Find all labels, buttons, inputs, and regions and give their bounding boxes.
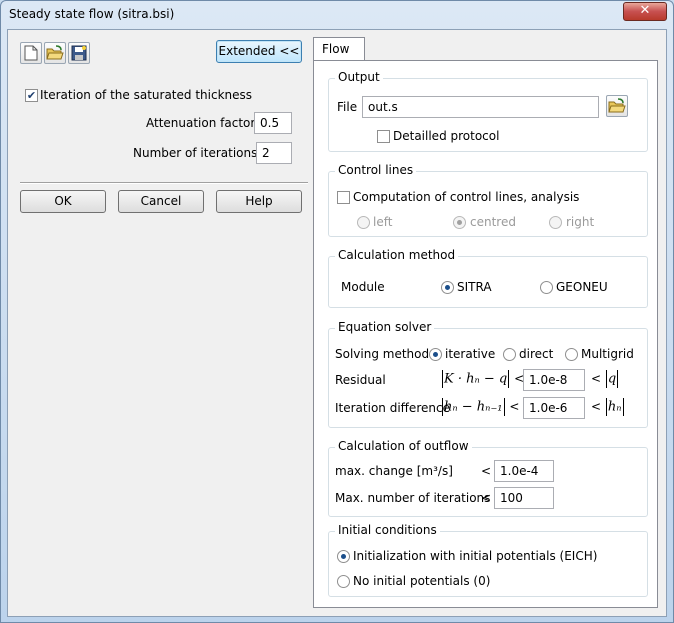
- separator-line: [20, 182, 308, 184]
- residual-rhs: q: [607, 371, 617, 387]
- iteration-saturated-label: Iteration of the saturated thickness: [40, 88, 253, 102]
- radio-module-sitra[interactable]: [441, 281, 454, 294]
- tab-flow[interactable]: Flow: [313, 37, 365, 61]
- output-file-input[interactable]: out.s: [362, 96, 599, 118]
- module-label: Module: [341, 280, 385, 294]
- radio-solver-direct-label: direct: [519, 347, 554, 361]
- max-change-label: max. change [m³/s]: [335, 464, 453, 478]
- iteration-difference-input[interactable]: 1.0e-6: [523, 397, 585, 419]
- control-lines-group-title: Control lines: [335, 163, 417, 177]
- residual-rhs-less-than: <: [591, 371, 602, 386]
- max-iterations-label: Max. number of iterations: [335, 491, 491, 505]
- radio-control-left[interactable]: [357, 216, 370, 229]
- radio-control-centred-label: centred: [470, 215, 516, 229]
- file-label: File: [337, 100, 358, 114]
- attenuation-factor-input[interactable]: 0.5: [254, 112, 292, 134]
- detailed-protocol-label: Detailled protocol: [393, 129, 500, 143]
- radio-solver-iterative[interactable]: [429, 348, 442, 361]
- initial-conditions-group-title: Initial conditions: [335, 523, 440, 537]
- ok-button[interactable]: OK: [20, 190, 106, 213]
- iteration-difference-rhs: hₙ: [607, 399, 622, 415]
- calculation-method-group: Calculation method Module SITRA GEONEU: [328, 248, 648, 308]
- iteration-difference-rhs-formula: < hₙ: [591, 398, 625, 416]
- output-group: Output File out.s Detailled protocol: [328, 70, 648, 152]
- radio-control-right[interactable]: [549, 216, 562, 229]
- save-disk-icon: [71, 45, 87, 61]
- flow-tab-page: Output File out.s Detailled protocol Con…: [313, 60, 658, 608]
- help-button[interactable]: Help: [216, 190, 302, 213]
- iteration-difference-formula: hₙ − hₙ₋₁ <: [441, 398, 519, 416]
- control-lines-group: Control lines Computation of control lin…: [328, 163, 648, 237]
- window-title: Steady state flow (sitra.bsi): [9, 7, 175, 21]
- max-change-input[interactable]: 1.0e-4: [494, 460, 554, 482]
- close-button[interactable]: ✕: [623, 2, 667, 21]
- radio-initial-eich-label: Initialization with initial potentials (…: [353, 549, 598, 563]
- radio-control-centred[interactable]: [453, 216, 466, 229]
- open-folder-icon: [46, 45, 64, 60]
- radio-initial-eich[interactable]: [337, 550, 350, 563]
- residual-formula: K · hₙ − q <: [441, 370, 524, 388]
- attenuation-factor-label: Attenuation factor: [146, 116, 256, 130]
- outflow-group-title: Calculation of outflow: [335, 439, 472, 453]
- equation-solver-group: Equation solver Solving method iterative…: [328, 320, 648, 428]
- max-change-less-than: <: [481, 464, 492, 478]
- residual-lhs: K · hₙ − q: [444, 371, 508, 387]
- radio-control-left-label: left: [373, 215, 393, 229]
- initial-conditions-group: Initial conditions Initialization with i…: [328, 523, 648, 597]
- radio-control-right-label: right: [566, 215, 595, 229]
- solving-method-label: Solving method: [335, 347, 430, 361]
- dialog-client-area: Extended << ✔ Iteration of the saturated…: [7, 29, 667, 617]
- radio-module-sitra-label: SITRA: [457, 280, 492, 294]
- max-iterations-less-than: <: [481, 491, 492, 505]
- radio-solver-iterative-label: iterative: [445, 347, 496, 361]
- extended-toggle-button[interactable]: Extended <<: [216, 40, 302, 63]
- iteration-difference-less-than: <: [509, 399, 520, 414]
- browse-output-file-button[interactable]: [606, 95, 628, 117]
- outflow-group: Calculation of outflow max. change [m³/s…: [328, 439, 648, 517]
- radio-solver-multigrid-label: Multigrid: [581, 347, 634, 361]
- radio-solver-direct[interactable]: [503, 348, 516, 361]
- close-icon: ✕: [639, 3, 651, 18]
- equation-solver-group-title: Equation solver: [335, 320, 435, 334]
- radio-initial-none-label: No initial potentials (0): [353, 574, 491, 588]
- compute-control-lines-checkbox[interactable]: [337, 191, 350, 204]
- detailed-protocol-checkbox[interactable]: [377, 130, 390, 143]
- compute-control-lines-label: Computation of control lines, analysis: [353, 190, 580, 204]
- iteration-saturated-checkbox[interactable]: ✔: [25, 89, 38, 102]
- residual-label: Residual: [335, 373, 386, 387]
- output-group-title: Output: [335, 70, 383, 84]
- new-document-icon: [24, 45, 38, 61]
- max-iterations-input[interactable]: 100: [494, 487, 554, 509]
- iteration-difference-label: Iteration difference: [335, 401, 450, 415]
- number-iterations-input[interactable]: 2: [256, 142, 292, 164]
- radio-module-geoneu[interactable]: [540, 281, 553, 294]
- open-file-button[interactable]: [44, 42, 66, 64]
- radio-initial-none[interactable]: [337, 575, 350, 588]
- iteration-difference-lhs: hₙ − hₙ₋₁: [444, 399, 503, 415]
- radio-solver-multigrid[interactable]: [565, 348, 578, 361]
- save-file-button[interactable]: [68, 42, 90, 64]
- open-folder-icon: [608, 98, 626, 113]
- iteration-difference-rhs-less-than: <: [591, 399, 602, 414]
- residual-rhs-formula: < q: [591, 370, 619, 388]
- number-iterations-label: Number of iterations: [133, 146, 258, 160]
- calculation-method-group-title: Calculation method: [335, 248, 459, 262]
- residual-input[interactable]: 1.0e-8: [523, 369, 585, 391]
- new-file-button[interactable]: [20, 42, 42, 64]
- dialog-window: Steady state flow (sitra.bsi) ✕ Extended…: [0, 0, 674, 623]
- radio-module-geoneu-label: GEONEU: [556, 280, 608, 294]
- cancel-button[interactable]: Cancel: [118, 190, 204, 213]
